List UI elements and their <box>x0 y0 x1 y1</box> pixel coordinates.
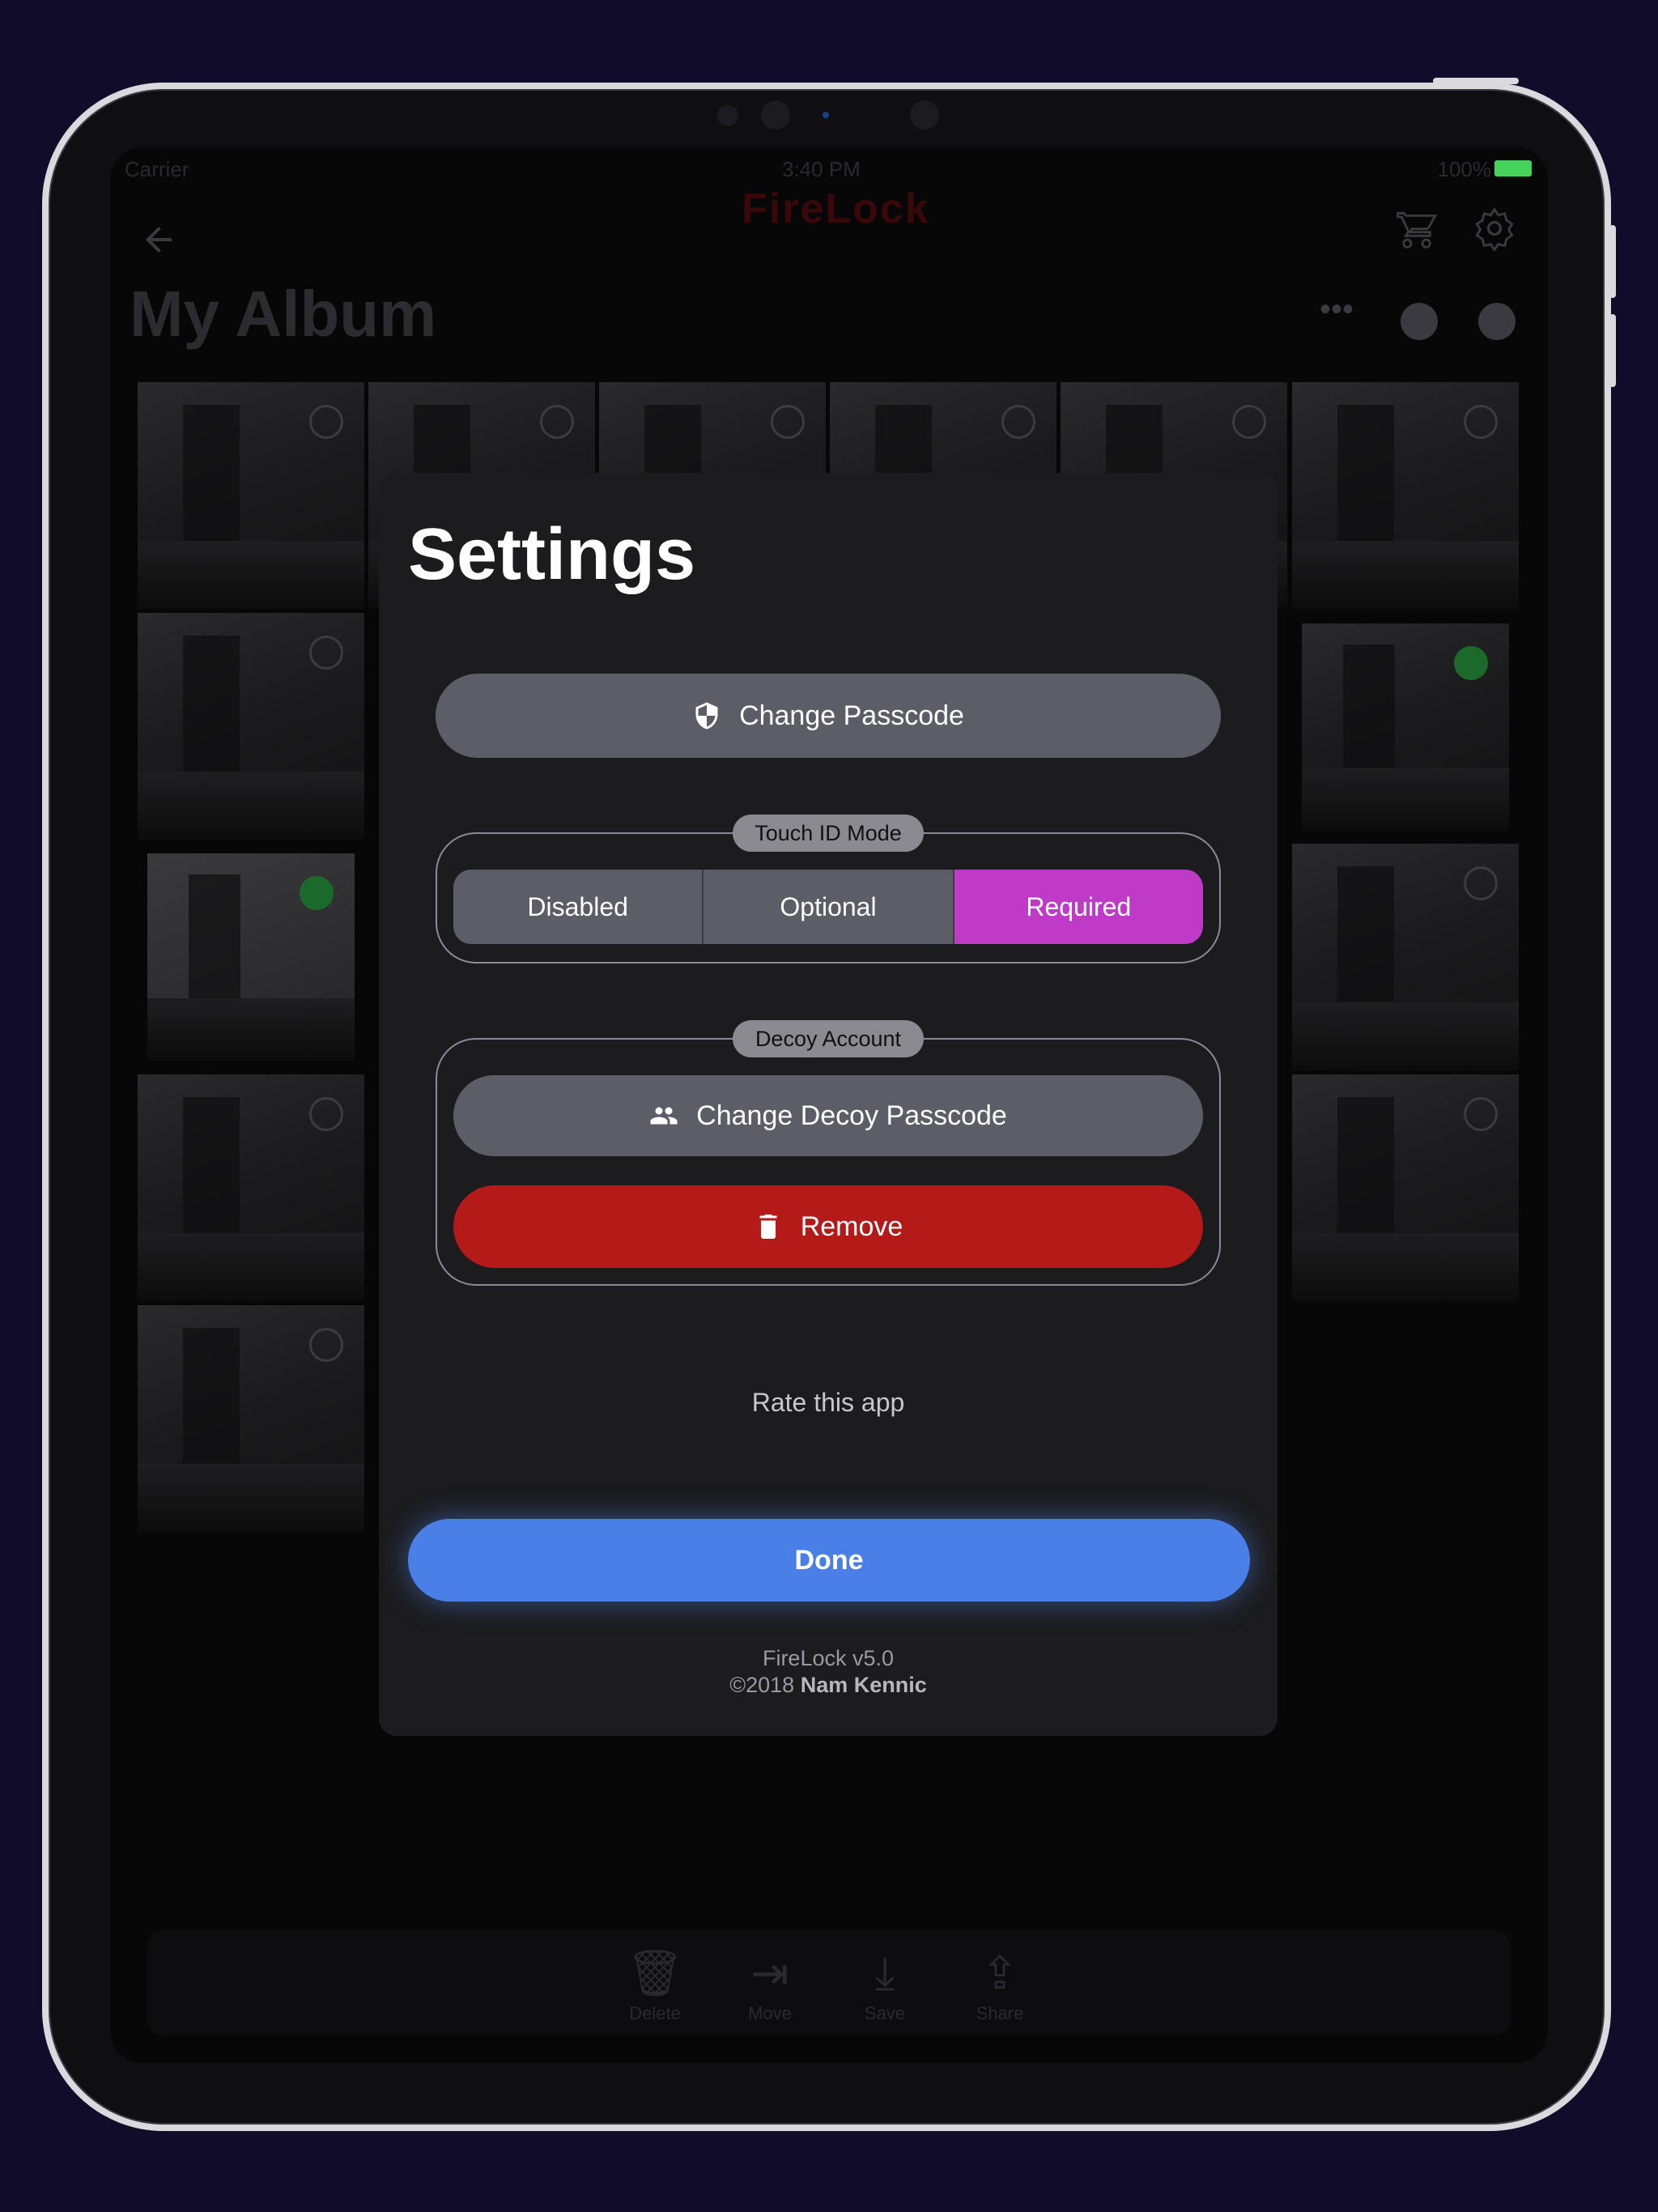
photo-thumb[interactable] <box>138 1074 364 1301</box>
camera-lens-secondary <box>910 100 939 130</box>
people-icon <box>650 1107 678 1125</box>
photo-thumb[interactable] <box>138 1305 364 1532</box>
segment-disabled[interactable]: Disabled <box>453 870 704 944</box>
delete-tool[interactable]: 🗑 Delete <box>619 1946 691 2024</box>
app-logo: FireLock <box>742 185 930 232</box>
delete-label: Delete <box>629 2003 681 2023</box>
save-label: Save <box>864 2003 906 2023</box>
change-decoy-passcode-button[interactable]: Change Decoy Passcode <box>453 1075 1203 1156</box>
carrier-label: Carrier <box>125 157 189 181</box>
photo-thumb[interactable] <box>138 613 364 840</box>
select-circle[interactable] <box>309 405 343 439</box>
trash-icon: 🗑 <box>626 1947 684 1998</box>
author-name: Nam Kennic <box>800 1673 927 1697</box>
shield-icon <box>695 702 718 730</box>
rate-app-link[interactable]: Rate this app <box>379 1388 1278 1418</box>
clock: 3:40 PM <box>782 157 861 181</box>
select-circle[interactable] <box>771 405 805 439</box>
select-circle[interactable] <box>1464 1097 1498 1131</box>
select-circle[interactable] <box>309 1097 343 1131</box>
battery-icon <box>1494 160 1532 177</box>
cart-icon[interactable] <box>1394 206 1446 257</box>
change-passcode-button[interactable]: Change Passcode <box>436 674 1221 758</box>
share-label: Share <box>976 2003 1024 2023</box>
select-circle[interactable] <box>309 1328 343 1362</box>
camera-lens <box>761 100 790 130</box>
select-circle[interactable] <box>540 405 574 439</box>
select-circle[interactable] <box>1464 866 1498 900</box>
share-tool[interactable]: ⇪ Share <box>963 1946 1036 2024</box>
gear-icon[interactable] <box>1472 206 1524 257</box>
version-label: FireLock v5.0 <box>762 1646 895 1670</box>
photo-thumb[interactable] <box>138 382 364 609</box>
decoy-account-label: Decoy Account <box>733 1020 924 1057</box>
trash-icon <box>759 1214 777 1239</box>
settings-title: Settings <box>408 514 696 595</box>
camera-bar <box>712 100 955 130</box>
settings-dialog: Settings Change Passcode Touch ID Mode D… <box>379 473 1278 1736</box>
footer-credits: FireLock v5.0 ©2018 Nam Kennic <box>379 1645 1278 1699</box>
touch-id-segmented-control: Disabled Optional Required <box>453 870 1203 944</box>
zoom-out-icon[interactable] <box>1401 303 1438 340</box>
move-label: Move <box>748 2003 792 2023</box>
share-icon: ⇪ <box>980 1947 1019 1998</box>
select-circle[interactable] <box>1232 405 1266 439</box>
selected-check-icon[interactable] <box>1454 646 1488 680</box>
album-title: My Album <box>130 278 437 350</box>
change-passcode-label: Change Passcode <box>739 700 964 731</box>
move-tool[interactable]: ⇥ Move <box>733 1946 806 2024</box>
touch-id-label: Touch ID Mode <box>733 815 924 852</box>
status-bar: Carrier 3:40 PM 100% <box>110 147 1548 188</box>
done-button[interactable]: Done <box>408 1519 1250 1602</box>
photo-thumb[interactable] <box>1292 1074 1519 1301</box>
photo-thumb[interactable] <box>1302 623 1509 831</box>
select-circle[interactable] <box>309 636 343 670</box>
battery-label: 100% <box>1437 157 1492 181</box>
indicator-dot <box>823 112 829 118</box>
remove-decoy-button[interactable]: Remove <box>453 1185 1203 1268</box>
copyright-line: ©2018 Nam Kennic <box>379 1672 1278 1699</box>
more-icon[interactable]: ••• <box>1320 291 1354 328</box>
select-circle[interactable] <box>1464 405 1498 439</box>
download-icon: ⤓ <box>874 1947 895 1998</box>
change-decoy-label: Change Decoy Passcode <box>696 1100 1007 1131</box>
move-icon: ⇥ <box>750 1947 789 1998</box>
photo-thumb[interactable] <box>1292 382 1519 609</box>
segment-required[interactable]: Required <box>954 870 1203 944</box>
back-arrow-icon[interactable] <box>139 220 185 266</box>
photo-thumb[interactable] <box>147 853 355 1061</box>
remove-label: Remove <box>800 1210 903 1242</box>
save-tool[interactable]: ⤓ Save <box>848 1946 921 2024</box>
zoom-in-icon[interactable] <box>1478 303 1516 340</box>
done-label: Done <box>794 1544 864 1576</box>
copyright-prefix: ©2018 <box>729 1673 795 1697</box>
sensor-dot <box>717 105 738 126</box>
select-circle[interactable] <box>1001 405 1035 439</box>
bottom-toolbar: 🗑 Delete ⇥ Move ⤓ Save ⇪ Share <box>147 1930 1511 2035</box>
segment-optional[interactable]: Optional <box>704 870 954 944</box>
photo-thumb[interactable] <box>1292 844 1519 1070</box>
selected-check-icon[interactable] <box>300 876 334 910</box>
